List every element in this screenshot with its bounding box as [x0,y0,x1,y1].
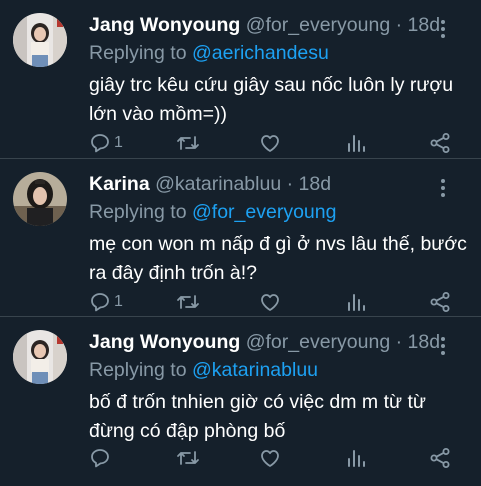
share-icon [430,292,450,312]
tweet-header: Jang Wonyoung @for_everyoung · 18d [89,331,440,354]
reply-button[interactable]: 1 [89,291,123,313]
analytics-button[interactable] [346,132,366,154]
tweet-text: bố đ trốn tnhien giờ có việc dm m từ từ … [89,391,426,442]
user-handle[interactable]: @katarinabluu [155,173,281,195]
timestamp[interactable]: · 18d [287,173,331,195]
tweet-text: giây trc kêu cứu giây sau nốc luôn ly rư… [89,74,454,125]
avatar[interactable] [13,330,67,384]
reply-icon [91,449,109,468]
reply-icon [91,293,109,312]
analytics-icon [348,294,365,311]
heart-icon [261,294,279,311]
reply-count: 1 [114,134,123,151]
more-icon[interactable] [441,337,445,358]
reply-count: 1 [114,293,123,310]
reply-button[interactable]: 1 [89,132,123,154]
reply-mention-link[interactable]: @for_everyoung [192,201,336,223]
replying-to: Replying to @katarinabluu [89,359,318,382]
user-handle[interactable]: @for_everyoung [246,14,390,36]
retweet-button[interactable] [176,447,203,469]
tweet-actions: 1 [89,132,459,156]
tweet-actions: 1 [89,291,459,315]
share-button[interactable] [429,132,451,154]
replying-to-label: Replying to [89,201,192,223]
share-button[interactable] [429,447,451,469]
user-handle[interactable]: @for_everyoung [246,331,390,353]
analytics-icon [348,135,365,152]
reply-mention-link[interactable]: @katarinabluu [192,359,318,381]
avatar[interactable] [13,13,67,67]
heart-icon [261,135,279,152]
avatar[interactable] [13,172,67,226]
more-icon[interactable] [441,20,445,41]
tweet-header: Karina @katarinabluu · 18d [89,173,331,196]
tweet-text: mẹ con won m nấp đ gì ở nvs lâu thế, bướ… [89,233,467,284]
tweet-header: Jang Wonyoung @for_everyoung · 18d [89,14,440,37]
tweet-actions [89,447,459,471]
timestamp[interactable]: · 18d [396,331,440,353]
retweet-icon [177,451,199,465]
retweet-icon [177,136,199,150]
display-name[interactable]: Karina [89,173,150,195]
analytics-button[interactable] [346,447,366,469]
retweet-icon [177,295,199,309]
like-button[interactable] [259,447,284,469]
heart-icon [261,450,279,467]
tweet[interactable]: Karina @katarinabluu · 18d Replying to @… [0,159,481,317]
display-name[interactable]: Jang Wonyoung [89,331,240,353]
reply-button[interactable] [89,447,114,469]
like-button[interactable] [259,132,284,154]
replying-to: Replying to @aerichandesu [89,42,329,65]
replying-to-label: Replying to [89,42,192,64]
analytics-icon [348,450,365,467]
replying-to: Replying to @for_everyoung [89,201,336,224]
share-button[interactable] [429,291,451,313]
tweet[interactable]: Jang Wonyoung @for_everyoung · 18d Reply… [0,317,481,486]
retweet-button[interactable] [176,132,203,154]
reply-mention-link[interactable]: @aerichandesu [192,42,329,64]
more-icon[interactable] [441,179,445,200]
timestamp[interactable]: · 18d [396,14,440,36]
analytics-button[interactable] [346,291,366,313]
share-icon [430,448,450,468]
share-icon [430,133,450,153]
like-button[interactable] [259,291,284,313]
retweet-button[interactable] [176,291,203,313]
tweet[interactable]: Jang Wonyoung @for_everyoung · 18d Reply… [0,0,481,159]
replying-to-label: Replying to [89,359,192,381]
reply-icon [91,134,109,153]
display-name[interactable]: Jang Wonyoung [89,14,240,36]
